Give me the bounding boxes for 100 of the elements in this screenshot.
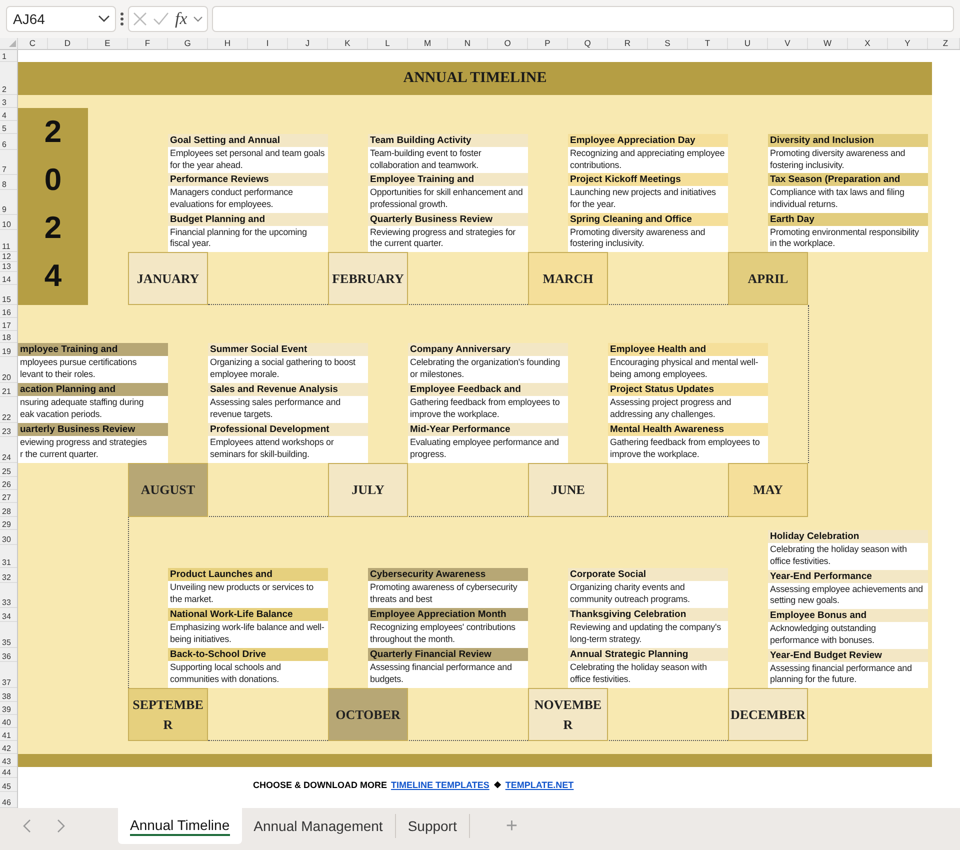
- column-header[interactable]: U: [728, 38, 768, 49]
- row-header[interactable]: 36: [0, 648, 17, 662]
- row-header[interactable]: 42: [0, 741, 17, 754]
- column-header[interactable]: Y: [888, 38, 928, 49]
- row-header[interactable]: 20: [0, 357, 17, 383]
- chevron-down-icon[interactable]: [98, 15, 110, 23]
- row-header[interactable]: 29: [0, 517, 17, 530]
- row-header[interactable]: 18: [0, 331, 17, 343]
- column-header[interactable]: J: [288, 38, 328, 49]
- row-header[interactable]: 43: [0, 754, 17, 767]
- row-header[interactable]: 10: [0, 215, 17, 230]
- month-label: FEBRUARY: [328, 252, 408, 305]
- event-title: Professional Development: [208, 423, 368, 436]
- sheet-tab[interactable]: Support: [396, 814, 470, 838]
- row-header[interactable]: 24: [0, 437, 17, 463]
- row-header[interactable]: 45: [0, 778, 17, 792]
- row-header[interactable]: 34: [0, 608, 17, 622]
- year-banner: 2024: [18, 108, 88, 305]
- name-box[interactable]: AJ64: [6, 6, 116, 32]
- column-header[interactable]: S: [648, 38, 688, 49]
- column-header[interactable]: Z: [932, 38, 960, 49]
- more-options-icon[interactable]: [120, 12, 124, 26]
- column-header[interactable]: R: [608, 38, 648, 49]
- row-header[interactable]: 9: [0, 190, 17, 215]
- column-header[interactable]: M: [408, 38, 448, 49]
- row-header[interactable]: 23: [0, 423, 17, 437]
- column-header[interactable]: F: [128, 38, 168, 49]
- row-header[interactable]: 26: [0, 477, 17, 490]
- row-header[interactable]: 40: [0, 715, 17, 728]
- row-header[interactable]: 15: [0, 285, 17, 305]
- row-header[interactable]: 21: [0, 383, 17, 397]
- column-header[interactable]: T: [688, 38, 728, 49]
- event-description: Promoting environmental responsibility in the workplace.: [768, 226, 928, 252]
- row-header[interactable]: 7: [0, 150, 17, 175]
- column-header[interactable]: W: [808, 38, 848, 49]
- column-header[interactable]: N: [448, 38, 488, 49]
- row-header[interactable]: 17: [0, 318, 17, 331]
- event-description: Promoting diversity awareness and fostering inclusivity.: [768, 147, 928, 174]
- row-header[interactable]: 2: [0, 62, 17, 95]
- row-header[interactable]: 1: [0, 50, 17, 62]
- chevron-left-icon[interactable]: [22, 819, 32, 833]
- column-header[interactable]: G: [168, 38, 208, 49]
- column-header[interactable]: K: [328, 38, 368, 49]
- row-header[interactable]: 41: [0, 728, 17, 741]
- row-header[interactable]: 30: [0, 530, 17, 545]
- column-header[interactable]: V: [768, 38, 808, 49]
- month-label: AUGUST: [128, 463, 208, 517]
- column-header[interactable]: I: [248, 38, 288, 49]
- column-header[interactable]: L: [368, 38, 408, 49]
- row-header[interactable]: 8: [0, 175, 17, 190]
- event-description: Launching new projects and initiatives for the year.: [568, 186, 728, 213]
- row-header[interactable]: 11: [0, 230, 17, 252]
- column-header[interactable]: P: [528, 38, 568, 49]
- row-header[interactable]: 14: [0, 272, 17, 285]
- footer-text: CHOOSE & DOWNLOAD MORE: [253, 780, 387, 790]
- templates-link[interactable]: TIMELINE TEMPLATES: [391, 780, 490, 790]
- sheet-tab[interactable]: Annual Timeline: [118, 808, 242, 844]
- row-header[interactable]: 4: [0, 108, 17, 121]
- insert-function-button[interactable]: fx: [175, 9, 188, 29]
- select-all-icon[interactable]: [9, 40, 16, 47]
- row-header[interactable]: 27: [0, 490, 17, 503]
- chevron-right-icon[interactable]: [56, 819, 66, 833]
- event-description: Employees set personal and team goals for the year ahead.: [168, 147, 328, 174]
- column-header[interactable]: X: [848, 38, 888, 49]
- event-title: Employee Appreciation Day: [568, 134, 728, 147]
- event-description: Celebrating the organization's founding or milestones.: [408, 356, 568, 383]
- row-header[interactable]: 6: [0, 134, 17, 150]
- month-label: OCTOBER: [328, 688, 408, 741]
- row-header[interactable]: 19: [0, 343, 17, 357]
- sheet-tab[interactable]: Annual Management: [242, 814, 396, 838]
- column-header[interactable]: H: [208, 38, 248, 49]
- row-header[interactable]: 3: [0, 95, 17, 108]
- cancel-icon[interactable]: [133, 12, 147, 26]
- column-header[interactable]: E: [88, 38, 128, 49]
- row-header[interactable]: 37: [0, 662, 17, 688]
- column-header[interactable]: Q: [568, 38, 608, 49]
- row-header[interactable]: 38: [0, 688, 17, 702]
- row-header[interactable]: 35: [0, 622, 17, 648]
- column-header[interactable]: C: [18, 38, 48, 49]
- row-header[interactable]: 44: [0, 767, 17, 778]
- row-header[interactable]: 25: [0, 463, 17, 477]
- row-header[interactable]: 28: [0, 503, 17, 517]
- column-header[interactable]: O: [488, 38, 528, 49]
- event-description: Assessing sales performance and revenue targets.: [208, 396, 368, 423]
- row-header[interactable]: 13: [0, 262, 17, 272]
- row-header[interactable]: 39: [0, 702, 17, 715]
- site-link[interactable]: TEMPLATE.NET: [505, 780, 574, 790]
- row-header[interactable]: 22: [0, 397, 17, 423]
- row-header[interactable]: 32: [0, 568, 17, 583]
- event-description: Celebrating the holiday season with office festivities.: [568, 661, 728, 688]
- formula-field[interactable]: [212, 6, 954, 32]
- event-title: Company Anniversary: [408, 343, 568, 356]
- event-title: Budget Planning and: [168, 212, 328, 226]
- row-header[interactable]: 16: [0, 305, 17, 318]
- row-header[interactable]: 31: [0, 545, 17, 568]
- row-header[interactable]: 5: [0, 121, 17, 134]
- row-header[interactable]: 12: [0, 252, 17, 262]
- check-icon[interactable]: [153, 12, 169, 26]
- row-header[interactable]: 33: [0, 583, 17, 608]
- column-header[interactable]: D: [48, 38, 88, 49]
